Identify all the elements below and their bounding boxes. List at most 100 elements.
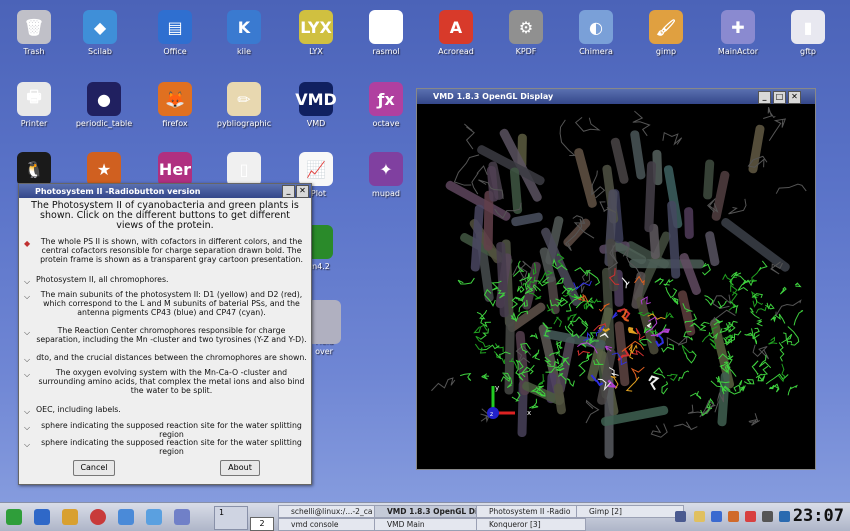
radio-option[interactable]: ⌵ sphere indicating the supposed reaction…: [19, 438, 311, 456]
desktop-icon[interactable]: A Acroread: [424, 10, 488, 56]
protein-render[interactable]: y x z: [417, 104, 815, 468]
vmd-titlebar[interactable]: VMD 1.8.3 OpenGL Display _ □ ✕: [417, 89, 815, 104]
desktop-icon[interactable]: ◐ Chimera: [564, 10, 628, 56]
radio-option[interactable]: ⌵ Photosystem II, all chromophores.: [19, 275, 311, 287]
desktop-icon[interactable]: ▮ gftp: [776, 10, 840, 56]
desktop-icon-label: pybliographic: [216, 119, 272, 128]
desktop-icon[interactable]: VMD VMD: [284, 82, 348, 128]
radio-unselected-icon[interactable]: ⌵: [24, 371, 31, 379]
radio-option-label: The whole PS II is shown, with cofactors…: [40, 237, 303, 264]
app-icon: [307, 310, 341, 344]
minimize-icon[interactable]: _: [282, 185, 295, 198]
radio-option-label: The Reaction Center chromophores respons…: [36, 326, 307, 344]
tray-icon[interactable]: [745, 511, 756, 522]
desktop-icon[interactable]: 🖌 gimp: [634, 10, 698, 56]
network-icon[interactable]: [118, 509, 134, 525]
cancel-button[interactable]: Cancel: [73, 460, 115, 476]
radio-unselected-icon[interactable]: ⌵: [24, 278, 31, 286]
pager-desktop-1[interactable]: 1: [219, 508, 224, 517]
kmenu-icon[interactable]: [6, 509, 22, 525]
app-icon: 🐧: [17, 152, 51, 186]
tray-icon[interactable]: [779, 511, 790, 522]
radio-option[interactable]: ⌵ dto, and the crucial distances between …: [19, 353, 311, 365]
axis-z-label: z: [490, 411, 493, 418]
app-icon: 🖶: [17, 82, 51, 116]
folder-icon[interactable]: [62, 509, 78, 525]
tray-icon[interactable]: [728, 511, 739, 522]
app-icon: Her: [158, 152, 192, 186]
desktop-icon[interactable]: ▤ Office: [143, 10, 207, 56]
radio-option[interactable]: ⌵ The main subunits of the photosystem II…: [19, 290, 311, 320]
desktop-pager[interactable]: 1: [214, 506, 248, 530]
desktop-icon-label: periodic_table: [75, 119, 133, 128]
app-icon: LYX: [299, 10, 333, 44]
dialog-titlebar[interactable]: Photosystem II -Radiobutton version _ ✕: [19, 184, 311, 198]
app-icon: K: [227, 10, 261, 44]
tray-icon[interactable]: [694, 511, 705, 522]
desktop-icon[interactable]: ✦ mupad: [354, 152, 418, 198]
radio-unselected-icon[interactable]: ⌵: [24, 293, 31, 301]
desktop-icon-label: mupad: [372, 189, 400, 198]
radio-option[interactable]: ⌵ sphere indicating the supposed reaction…: [19, 421, 311, 439]
task-vmd-main[interactable]: VMD Main: [374, 518, 486, 531]
taskbar: 1 2 schelli@linux:/...-2_ca VMD 1.8.3 Op…: [0, 502, 850, 531]
tray-icon[interactable]: [711, 511, 722, 522]
desktop-icon[interactable]: 🦊 firefox: [143, 82, 207, 128]
vmd-display-window[interactable]: VMD 1.8.3 OpenGL Display _ □ ✕ y x z: [416, 88, 816, 470]
photosystem-dialog[interactable]: Photosystem II -Radiobutton version _ ✕ …: [18, 183, 312, 485]
volume-icon[interactable]: [762, 511, 773, 522]
desktop-icon[interactable]: ✚ MainActor: [706, 10, 770, 56]
task-vmd-console[interactable]: vmd console: [278, 518, 384, 531]
pager-current[interactable]: 2: [250, 517, 274, 531]
radio-option[interactable]: ◆ The whole PS II is shown, with cofactor…: [19, 237, 311, 269]
desktop-icon[interactable]: Kkile: [212, 10, 276, 56]
app-icon: ●: [87, 82, 121, 116]
radio-unselected-icon[interactable]: ⌵: [24, 441, 31, 449]
task-terminal[interactable]: schelli@linux:/...-2_ca: [278, 505, 384, 518]
apps-icon[interactable]: [174, 509, 190, 525]
desktop-icon[interactable]: ⚙ KPDF: [494, 10, 558, 56]
radio-unselected-icon[interactable]: ⌵: [24, 356, 31, 364]
tray-icon[interactable]: [675, 511, 686, 522]
desktop-icon[interactable]: ◆ Scilab: [68, 10, 132, 56]
radio-option-label: OEC, including labels.: [36, 405, 121, 414]
desktop-icon-label: KPDF: [515, 47, 537, 56]
desktop-icon[interactable]: ● periodic_table: [72, 82, 136, 128]
desktop-icon-label: kile: [237, 47, 251, 56]
desktop-icon[interactable]: ✏ pybliographic: [212, 82, 276, 128]
radio-option[interactable]: ⌵ The Reaction Center chromophores respon…: [19, 326, 311, 348]
about-button[interactable]: About: [220, 460, 260, 476]
task-photosystem[interactable]: Photosystem II -Radio: [476, 505, 586, 518]
radio-unselected-icon[interactable]: ⌵: [24, 329, 31, 337]
close-icon[interactable]: ✕: [788, 91, 801, 104]
maximize-icon[interactable]: □: [773, 91, 786, 104]
desktop-icon[interactable]: ⚛ rasmol: [354, 10, 418, 56]
desktop-icon[interactable]: ƒx octave: [354, 82, 418, 128]
desktop-icon-label: firefox: [162, 119, 188, 128]
app-icon: ✦: [369, 152, 403, 186]
desktop-icon[interactable]: 🗑 Trash: [2, 10, 66, 56]
radio-unselected-icon[interactable]: ⌵: [24, 408, 31, 416]
task-gimp[interactable]: Gimp [2]: [576, 505, 684, 518]
radio-selected-icon[interactable]: ◆: [24, 240, 31, 248]
desktop-icon-label: Office: [163, 47, 187, 56]
clock[interactable]: 23:07: [793, 506, 844, 526]
app-icon: ⚙: [509, 10, 543, 44]
home-icon[interactable]: [34, 509, 50, 525]
minimize-icon[interactable]: _: [758, 91, 771, 104]
radio-option[interactable]: ⌵ OEC, including labels.: [19, 405, 311, 417]
task-vmd-display[interactable]: VMD 1.8.3 OpenGL Di: [374, 505, 486, 518]
close-icon[interactable]: ✕: [296, 185, 309, 198]
app-icon: 🦊: [158, 82, 192, 116]
dialog-title: Photosystem II -Radiobutton version: [35, 186, 201, 196]
task-konqueror[interactable]: Konqueror [3]: [476, 518, 586, 531]
desktop-icon[interactable]: 🖶 Printer: [2, 82, 66, 128]
mail-icon[interactable]: [146, 509, 162, 525]
app-icon: 📈: [299, 152, 333, 186]
axis-x-label: x: [527, 409, 531, 417]
desktop-icon[interactable]: LYX LYX: [284, 10, 348, 56]
browser-icon[interactable]: [90, 509, 106, 525]
radio-unselected-icon[interactable]: ⌵: [24, 424, 31, 432]
radio-option[interactable]: ⌵ The oxygen evolving system with the Mn-…: [19, 368, 311, 400]
app-icon: ★: [87, 152, 121, 186]
